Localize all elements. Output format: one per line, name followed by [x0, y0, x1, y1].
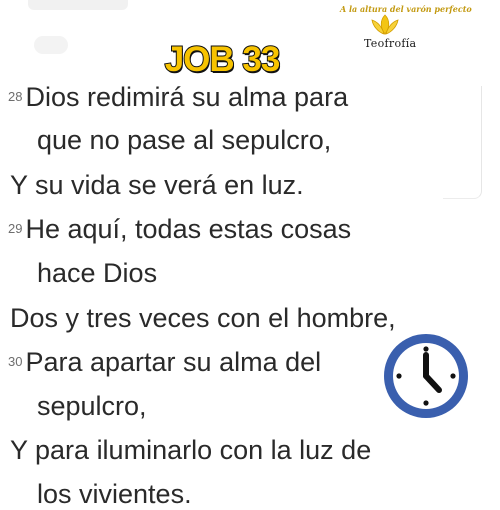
passage-line: Dos y tres veces con el hombre, [10, 303, 396, 334]
verse-number: 28 [8, 89, 23, 105]
logo-tagline: A la altura del varón perfecto [340, 4, 472, 14]
passage-line: sepulcro, [37, 391, 147, 422]
line-text: Y para iluminarlo con la luz de [10, 435, 372, 465]
line-text: Y su vida se verá en luz. [10, 170, 304, 200]
line-text: Dos y tres veces con el hombre, [10, 303, 396, 333]
verse-number: 29 [8, 221, 23, 237]
logo-name: Teofrofía [364, 37, 417, 50]
page-title: JOB 33 [164, 39, 282, 80]
passage-line: 29 He aquí, todas estas cosas [8, 214, 351, 245]
line-text: Para apartar su alma del [25, 347, 322, 377]
passage-line: que no pase al sepulcro, [37, 125, 331, 156]
background-back-button [34, 36, 68, 54]
line-text: He aquí, todas estas cosas [25, 214, 352, 244]
passage-line: los vivientes. [37, 479, 192, 510]
background-panel-edge [443, 86, 482, 199]
line-text: Dios redimirá su alma para [25, 82, 349, 112]
line-text: los vivientes. [37, 479, 192, 509]
brand-logo: A la altura del varón perfecto Teofrofía [334, 2, 498, 60]
clock-icon [384, 334, 468, 418]
passage-line: Y su vida se verá en luz. [10, 170, 304, 201]
passage-line: Y para iluminarlo con la luz de [10, 435, 371, 466]
line-text: que no pase al sepulcro, [37, 125, 332, 155]
line-text: hace Dios [37, 258, 158, 288]
passage-line: 28 Dios redimirá su alma para [8, 82, 348, 113]
lotus-flower-icon [371, 14, 399, 35]
line-text: sepulcro, [37, 391, 147, 421]
passage-line: hace Dios [37, 258, 157, 289]
passage-line: 30 Para apartar su alma del [8, 347, 321, 378]
background-status-bar [28, 0, 128, 10]
verse-number: 30 [8, 354, 23, 370]
